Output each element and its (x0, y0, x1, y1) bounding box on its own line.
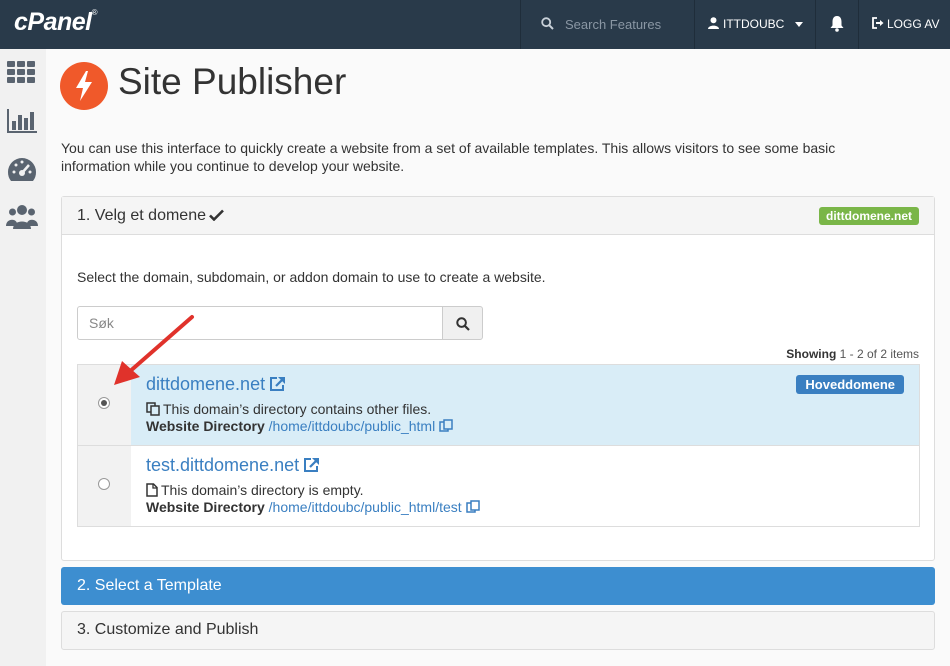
step3-panel[interactable]: 3. Customize and Publish (61, 611, 935, 650)
step1-title: 1. Velg et domene (77, 207, 224, 225)
user-menu[interactable]: ITTDOUBC (695, 0, 815, 49)
chevron-down-icon (795, 22, 803, 27)
step3-title: 3. Customize and Publish (77, 621, 259, 638)
domain-search-button[interactable] (442, 306, 483, 340)
directory-path-link[interactable]: /home/ittdoubc/public_html (269, 418, 436, 434)
domain-radio[interactable] (98, 397, 110, 409)
selected-domain-badge: dittdomene.net (819, 207, 919, 225)
copy-files-icon (146, 402, 160, 416)
file-icon (146, 483, 158, 497)
user-icon (708, 17, 719, 29)
domain-row[interactable]: test.dittdomene.net This domain’s direct… (78, 446, 919, 526)
website-directory: Website Directory /home/ittdoubc/public_… (146, 499, 480, 515)
sidebar-item-users[interactable] (6, 203, 38, 231)
domain-description: This domain’s directory contains other f… (146, 401, 431, 417)
search-features-input[interactable] (565, 14, 685, 34)
cpanel-logo[interactable]: cPanel® (14, 8, 98, 37)
notifications-button[interactable] (816, 0, 858, 49)
page-title: Site Publisher (118, 61, 347, 102)
logout-label: LOGG AV (887, 17, 940, 31)
external-link-icon (304, 458, 320, 472)
feature-search[interactable] (521, 0, 694, 49)
pagination-summary: Showing 1 - 2 of 2 items (786, 347, 919, 361)
domain-description: This domain’s directory is empty. (146, 482, 364, 498)
domain-radio[interactable] (98, 478, 110, 490)
step2-panel[interactable]: 2. Select a Template (61, 567, 935, 605)
main-domain-badge: Hoveddomene (796, 375, 904, 394)
step2-title: 2. Select a Template (77, 577, 222, 594)
sidebar-item-dashboard[interactable] (6, 156, 38, 184)
lightning-bolt-icon (76, 71, 92, 101)
sidebar-item-stats[interactable] (6, 107, 38, 135)
domain-link[interactable]: test.dittdomene.net (146, 455, 320, 476)
sidebar (0, 49, 47, 666)
domain-info: test.dittdomene.net This domain’s direct… (131, 446, 919, 526)
grid-icon (7, 61, 35, 83)
search-icon (541, 17, 554, 30)
checkmark-icon (209, 209, 224, 222)
search-icon (456, 317, 470, 331)
step1-header[interactable]: 1. Velg et domene dittdomene.net (62, 197, 934, 235)
copy-icon[interactable] (465, 500, 480, 514)
website-directory: Website Directory /home/ittdoubc/public_… (146, 418, 453, 434)
dashboard-gauge-icon (7, 158, 37, 181)
top-bar: cPanel® ITTDOUBC LOGG AV (0, 0, 950, 49)
sidebar-item-home[interactable] (6, 59, 38, 87)
annotation-arrow-icon (114, 315, 194, 385)
username: ITTDOUBC (723, 17, 785, 31)
copy-icon[interactable] (439, 419, 453, 433)
logout-button[interactable]: LOGG AV (859, 0, 950, 49)
step1-instruction: Select the domain, subdomain, or addon d… (77, 269, 546, 285)
bar-chart-icon (7, 109, 37, 133)
bell-icon (830, 16, 844, 32)
site-publisher-app-icon (60, 62, 108, 110)
domain-info: dittdomene.net Hoveddomene This domain’s… (131, 365, 919, 445)
logout-icon (872, 17, 884, 29)
users-icon (6, 205, 38, 229)
radio-cell (78, 446, 131, 526)
external-link-icon (270, 377, 286, 391)
directory-path-link[interactable]: /home/ittdoubc/public_html/test (269, 499, 462, 515)
page-description: You can use this interface to quickly cr… (61, 140, 836, 174)
main-content: Site Publisher You can use this interfac… (46, 49, 950, 666)
